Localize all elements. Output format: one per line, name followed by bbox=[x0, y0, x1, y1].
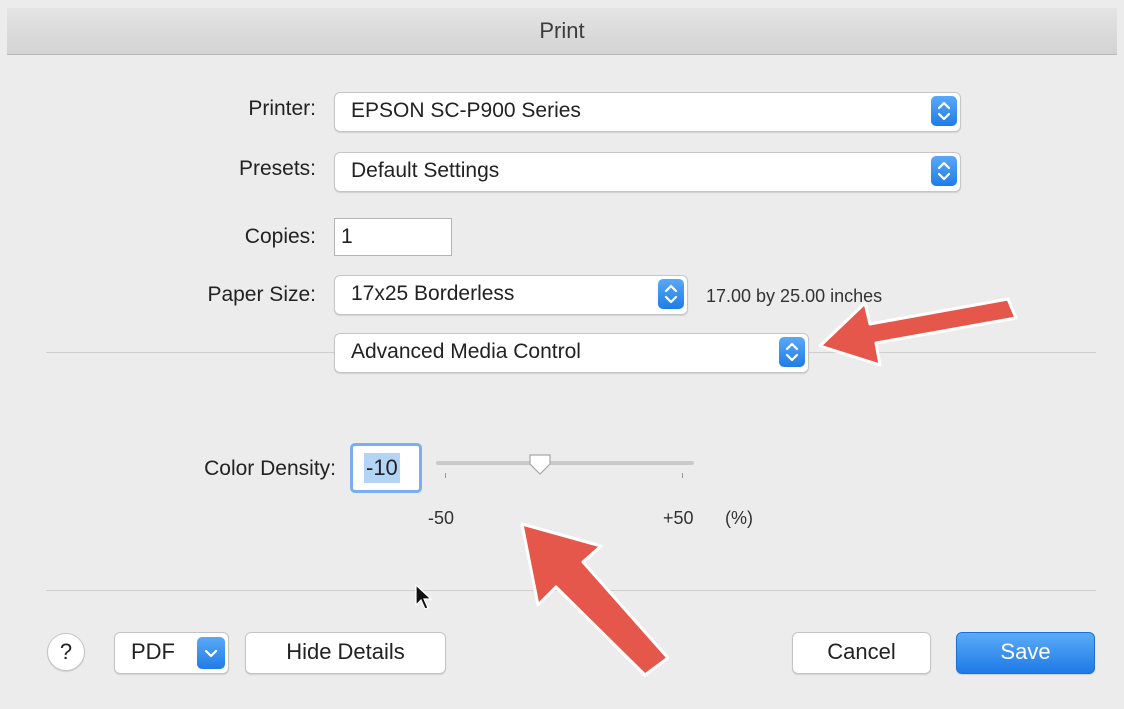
pdf-button[interactable]: PDF bbox=[114, 632, 229, 674]
slider-max-label: +50 bbox=[663, 508, 694, 528]
section-popup[interactable]: Advanced Media Control bbox=[334, 333, 809, 373]
window-title: Print bbox=[539, 18, 585, 43]
hide-details-button[interactable]: Hide Details bbox=[245, 632, 446, 674]
slider-tick-min bbox=[445, 473, 446, 478]
presets-value: Default Settings bbox=[351, 159, 500, 182]
printer-value: EPSON SC-P900 Series bbox=[351, 99, 581, 122]
save-button[interactable]: Save bbox=[956, 632, 1095, 674]
paper-dimensions-text: 17.00 by 25.00 inches bbox=[706, 286, 883, 306]
window-titlebar: Print bbox=[7, 8, 1117, 55]
copies-label: Copies: bbox=[244, 225, 316, 248]
up-down-arrows-icon bbox=[658, 279, 684, 309]
up-down-arrows-icon bbox=[931, 96, 957, 126]
pdf-button-label: PDF bbox=[131, 639, 175, 664]
presets-popup[interactable]: Default Settings bbox=[334, 152, 961, 192]
color-density-label: Color Density: bbox=[204, 457, 336, 480]
footer-divider bbox=[46, 590, 1096, 591]
arrow-right-annotation bbox=[818, 297, 1018, 367]
slider-unit-label: (%) bbox=[725, 508, 753, 528]
chevron-down-icon bbox=[197, 637, 225, 669]
section-popup-value: Advanced Media Control bbox=[351, 340, 581, 363]
arrow-up-annotation bbox=[520, 522, 670, 677]
slider-min-label: -50 bbox=[428, 508, 455, 528]
cancel-button[interactable]: Cancel bbox=[792, 632, 931, 674]
printer-label: Printer: bbox=[248, 97, 316, 120]
presets-label: Presets: bbox=[238, 157, 316, 180]
question-mark-icon: ? bbox=[59, 639, 73, 664]
paper-size-label: Paper Size: bbox=[207, 283, 316, 306]
slider-knob[interactable] bbox=[527, 453, 553, 477]
color-density-slider[interactable] bbox=[436, 454, 694, 482]
mouse-cursor-icon bbox=[415, 584, 433, 610]
copies-input[interactable]: 1 bbox=[334, 218, 452, 256]
help-button[interactable]: ? bbox=[47, 633, 85, 671]
color-density-value: -10 bbox=[364, 453, 400, 483]
slider-tick-max bbox=[682, 473, 683, 478]
printer-popup[interactable]: EPSON SC-P900 Series bbox=[334, 92, 961, 132]
paper-size-value: 17x25 Borderless bbox=[351, 282, 515, 305]
color-density-input[interactable]: -10 bbox=[350, 443, 422, 493]
up-down-arrows-icon bbox=[779, 337, 805, 367]
paper-size-popup[interactable]: 17x25 Borderless bbox=[334, 275, 688, 315]
slider-track bbox=[436, 461, 694, 465]
up-down-arrows-icon bbox=[931, 156, 957, 186]
